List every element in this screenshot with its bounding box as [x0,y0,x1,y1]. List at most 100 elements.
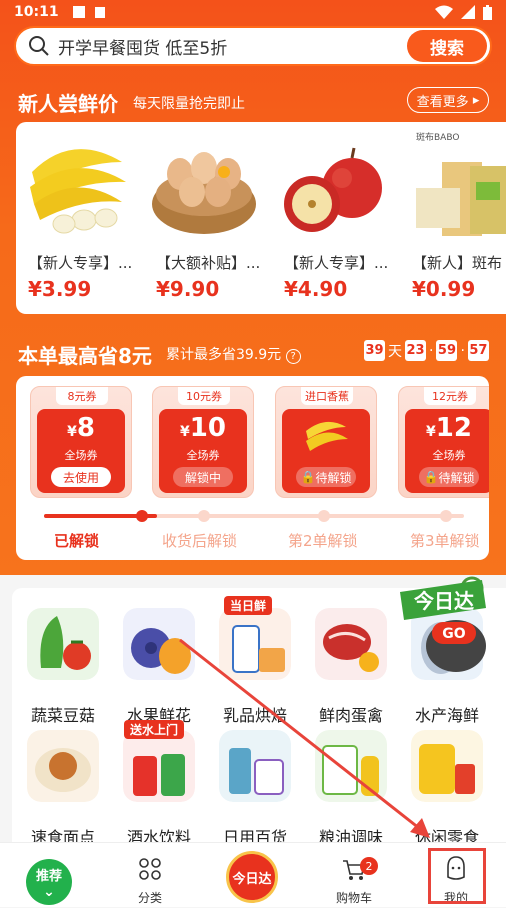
water-delivery-badge: 送水上门 [124,720,185,739]
vegetables-icon [27,608,99,680]
countdown-separator: · [460,342,465,359]
countdown-days: 39 [364,340,385,361]
recommend-label: 推荐 [35,869,62,884]
progress-dot [136,510,148,522]
dumpling-icon [27,730,99,802]
category-item[interactable]: 速食面点 [18,724,108,842]
category-label: 鲜肉蛋禽 [318,706,383,725]
search-button[interactable]: 搜索 [407,30,487,62]
banana-image [30,149,126,234]
product-card[interactable]: 【新人专享】... ¥3.99 [16,122,134,314]
coupon-amount: ¥10 [180,413,226,443]
today-promo-text: 今日达 [414,589,474,613]
category-item[interactable]: 日用百货 [210,724,300,842]
coupon-tag: 8元券 [56,387,108,405]
product-name: 【新人专享】... [28,254,133,272]
eggs-image [152,152,256,234]
today-promo-graphic: 今日达 GO [400,576,486,672]
locked-button[interactable]: 🔒 待解锁 [296,467,356,487]
profile-highlight-box [428,848,486,904]
play-icon: ▸ [472,92,480,108]
fresh-badge: 当日鲜 [224,596,273,615]
coupon-card[interactable]: 8元券 ¥8 全场券 去使用 [30,386,132,498]
see-more-label: 查看更多 [416,94,469,110]
category-label: 日用百货 [222,828,287,842]
stage-label: 第2单解锁 [288,532,358,550]
status-time: 10:11 [14,4,59,20]
use-coupon-button[interactable]: 去使用 [51,467,111,487]
coupon-scope: 全场券 [64,449,98,462]
battery-icon [483,4,492,20]
progress-dot [198,510,210,522]
go-text: GO [442,626,465,642]
today-delivery-promo[interactable]: 今日达 GO [396,574,498,674]
coupon-card[interactable]: 进口香蕉 🔒 待解锁 [275,386,377,498]
category-label: 分类 [137,891,162,905]
countdown-timer: 39 天 23 · 59 · 57 [364,340,489,361]
search-bar[interactable]: 开学早餐囤货 低至5折 搜索 [14,26,492,66]
coupon-amount: ¥8 [67,413,95,443]
locked-button[interactable]: 🔒 待解锁 [419,467,479,487]
nav-recommend[interactable]: 推荐 ⌄ [0,843,100,908]
product-price: ¥0.99 [412,277,476,301]
banana-icon [306,421,348,451]
product-card[interactable]: 【新人专享】... ¥4.90 [272,122,390,314]
household-icon [219,730,291,802]
brand-logo: 斑布BABO [416,133,460,143]
stage-label: 已解锁 [54,532,100,550]
coupon-tag: 12元券 [424,387,476,405]
category-label: 酒水饮料 [126,828,191,842]
unlocking-button[interactable]: 解锁中 [173,467,233,487]
product-price: ¥3.99 [28,277,92,301]
new-user-subtitle: 每天限量抢完即止 [133,96,245,112]
savings-subtitle-text: 累计最多省39.9元 [166,347,282,363]
apple-image [284,147,382,232]
category-label: 速食面点 [30,828,95,842]
fruit-icon [123,608,195,680]
product-name: 【新人】斑布 [412,254,503,272]
drinks-icon [123,730,195,802]
countdown-seconds: 57 [467,340,489,361]
lock-icon: 🔒 [423,470,439,484]
category-item[interactable]: 当日鲜 乳品烘焙 [210,596,300,725]
countdown-minutes: 59 [436,340,458,361]
category-item[interactable]: 水果鲜花 [114,602,204,725]
product-card[interactable]: 斑布BABO 【新人】斑布 ¥0.99 [400,122,506,314]
info-icon[interactable]: ? [285,349,301,364]
notification-icon [72,6,85,18]
coupon-card[interactable]: 12元券 ¥12 全场券 🔒 待解锁 [398,386,489,498]
countdown-day-unit: 天 [388,343,402,360]
category-item[interactable]: 送水上门 酒水饮料 [114,720,204,842]
product-price: ¥9.90 [156,277,220,301]
category-item[interactable]: 鲜肉蛋禽 [306,602,396,725]
tissue-image [416,162,506,236]
category-item[interactable]: 粮油调味 [306,724,396,842]
cart-label: 购物车 [335,891,372,905]
coupon-tag: 10元券 [178,387,230,405]
see-more-button[interactable]: 查看更多 ▸ [407,87,489,113]
nav-category[interactable]: 分类 [100,843,200,908]
coupon-tag: 进口香蕉 [301,387,353,405]
nav-cart[interactable]: 2 购物车 [304,843,404,908]
progress-dot [440,510,452,522]
coupon-scope: 全场券 [432,449,466,462]
coupon-scope: 全场券 [186,449,220,462]
new-user-products: 【新人专享】... ¥3.99 【大额补贴】... ¥9.90 【新人专享】..… [16,122,506,314]
coupon-amount: ¥12 [426,413,472,443]
coupon-panel: 8元券 ¥8 全场券 去使用 10元券 ¥10 全场券 解锁中 进口香蕉 🔒 待解… [16,376,489,560]
category-item[interactable]: 休闲零食 [402,724,492,842]
countdown-separator: · [429,342,434,359]
meat-icon [315,608,387,680]
stage-label: 第3单解锁 [410,532,480,550]
coupon-card[interactable]: 10元券 ¥10 全场券 解锁中 [152,386,254,498]
category-item[interactable]: 蔬菜豆菇 [18,602,108,725]
progress-dot [318,510,330,522]
lock-icon: 🔒 [300,470,316,484]
search-input[interactable]: 开学早餐囤货 低至5折 [58,34,407,59]
product-name: 【新人专享】... [284,254,389,272]
wifi-icon [435,5,453,19]
countdown-hours: 23 [405,340,426,361]
nav-today[interactable]: 今日达 [202,843,302,908]
category-label: 蔬菜豆菇 [30,706,95,725]
product-card[interactable]: 【大额补贴】... ¥9.90 [144,122,262,314]
